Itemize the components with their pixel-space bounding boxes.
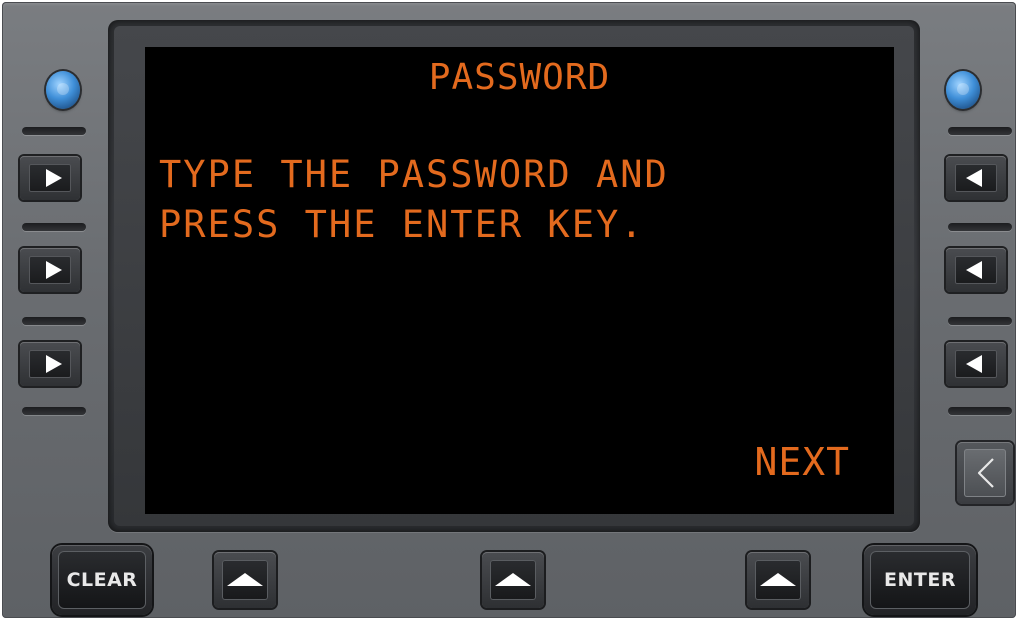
key-divider [22, 407, 86, 415]
triangle-left-icon [966, 355, 982, 373]
key-divider [22, 127, 86, 135]
key-divider [948, 127, 1012, 135]
triangle-right-icon [46, 261, 62, 279]
clear-button-label: CLEAR [66, 569, 138, 591]
line-select-key-left-1[interactable] [20, 156, 80, 200]
key-divider [948, 407, 1012, 415]
triangle-right-icon [46, 355, 62, 373]
brightness-knob-right[interactable] [946, 71, 980, 109]
next-prompt: NEXT [754, 440, 850, 484]
chevron-left-icon [977, 458, 994, 488]
display-screen: PASSWORD TYPE THE PASSWORD AND PRESS THE… [145, 47, 894, 514]
soft-key-up-2[interactable] [482, 552, 544, 608]
control-display-unit: PASSWORD TYPE THE PASSWORD AND PRESS THE… [2, 2, 1016, 618]
key-divider [948, 223, 1012, 231]
triangle-left-icon [966, 169, 982, 187]
line-select-key-right-1[interactable] [946, 156, 1006, 200]
triangle-left-icon [966, 261, 982, 279]
soft-key-up-1[interactable] [214, 552, 276, 608]
key-divider [22, 223, 86, 231]
page-title: PASSWORD [428, 57, 611, 98]
enter-button-label: ENTER [884, 569, 956, 591]
soft-key-up-3[interactable] [747, 552, 809, 608]
key-divider [948, 317, 1012, 325]
line-select-key-right-3[interactable] [946, 342, 1006, 386]
line-select-key-left-3[interactable] [20, 342, 80, 386]
triangle-up-icon [495, 573, 531, 586]
clear-button[interactable]: CLEAR [52, 545, 152, 615]
instruction-line-2: PRESS THE ENTER KEY. [159, 203, 645, 246]
enter-button[interactable]: ENTER [864, 545, 976, 615]
line-select-key-left-2[interactable] [20, 248, 80, 292]
brightness-knob-left[interactable] [46, 71, 80, 109]
triangle-right-icon [46, 169, 62, 187]
instruction-line-1: TYPE THE PASSWORD AND [159, 153, 669, 196]
triangle-up-icon [227, 573, 263, 586]
triangle-up-icon [760, 573, 796, 586]
back-button[interactable] [957, 442, 1013, 504]
key-divider [22, 317, 86, 325]
line-select-key-right-2[interactable] [946, 248, 1006, 292]
